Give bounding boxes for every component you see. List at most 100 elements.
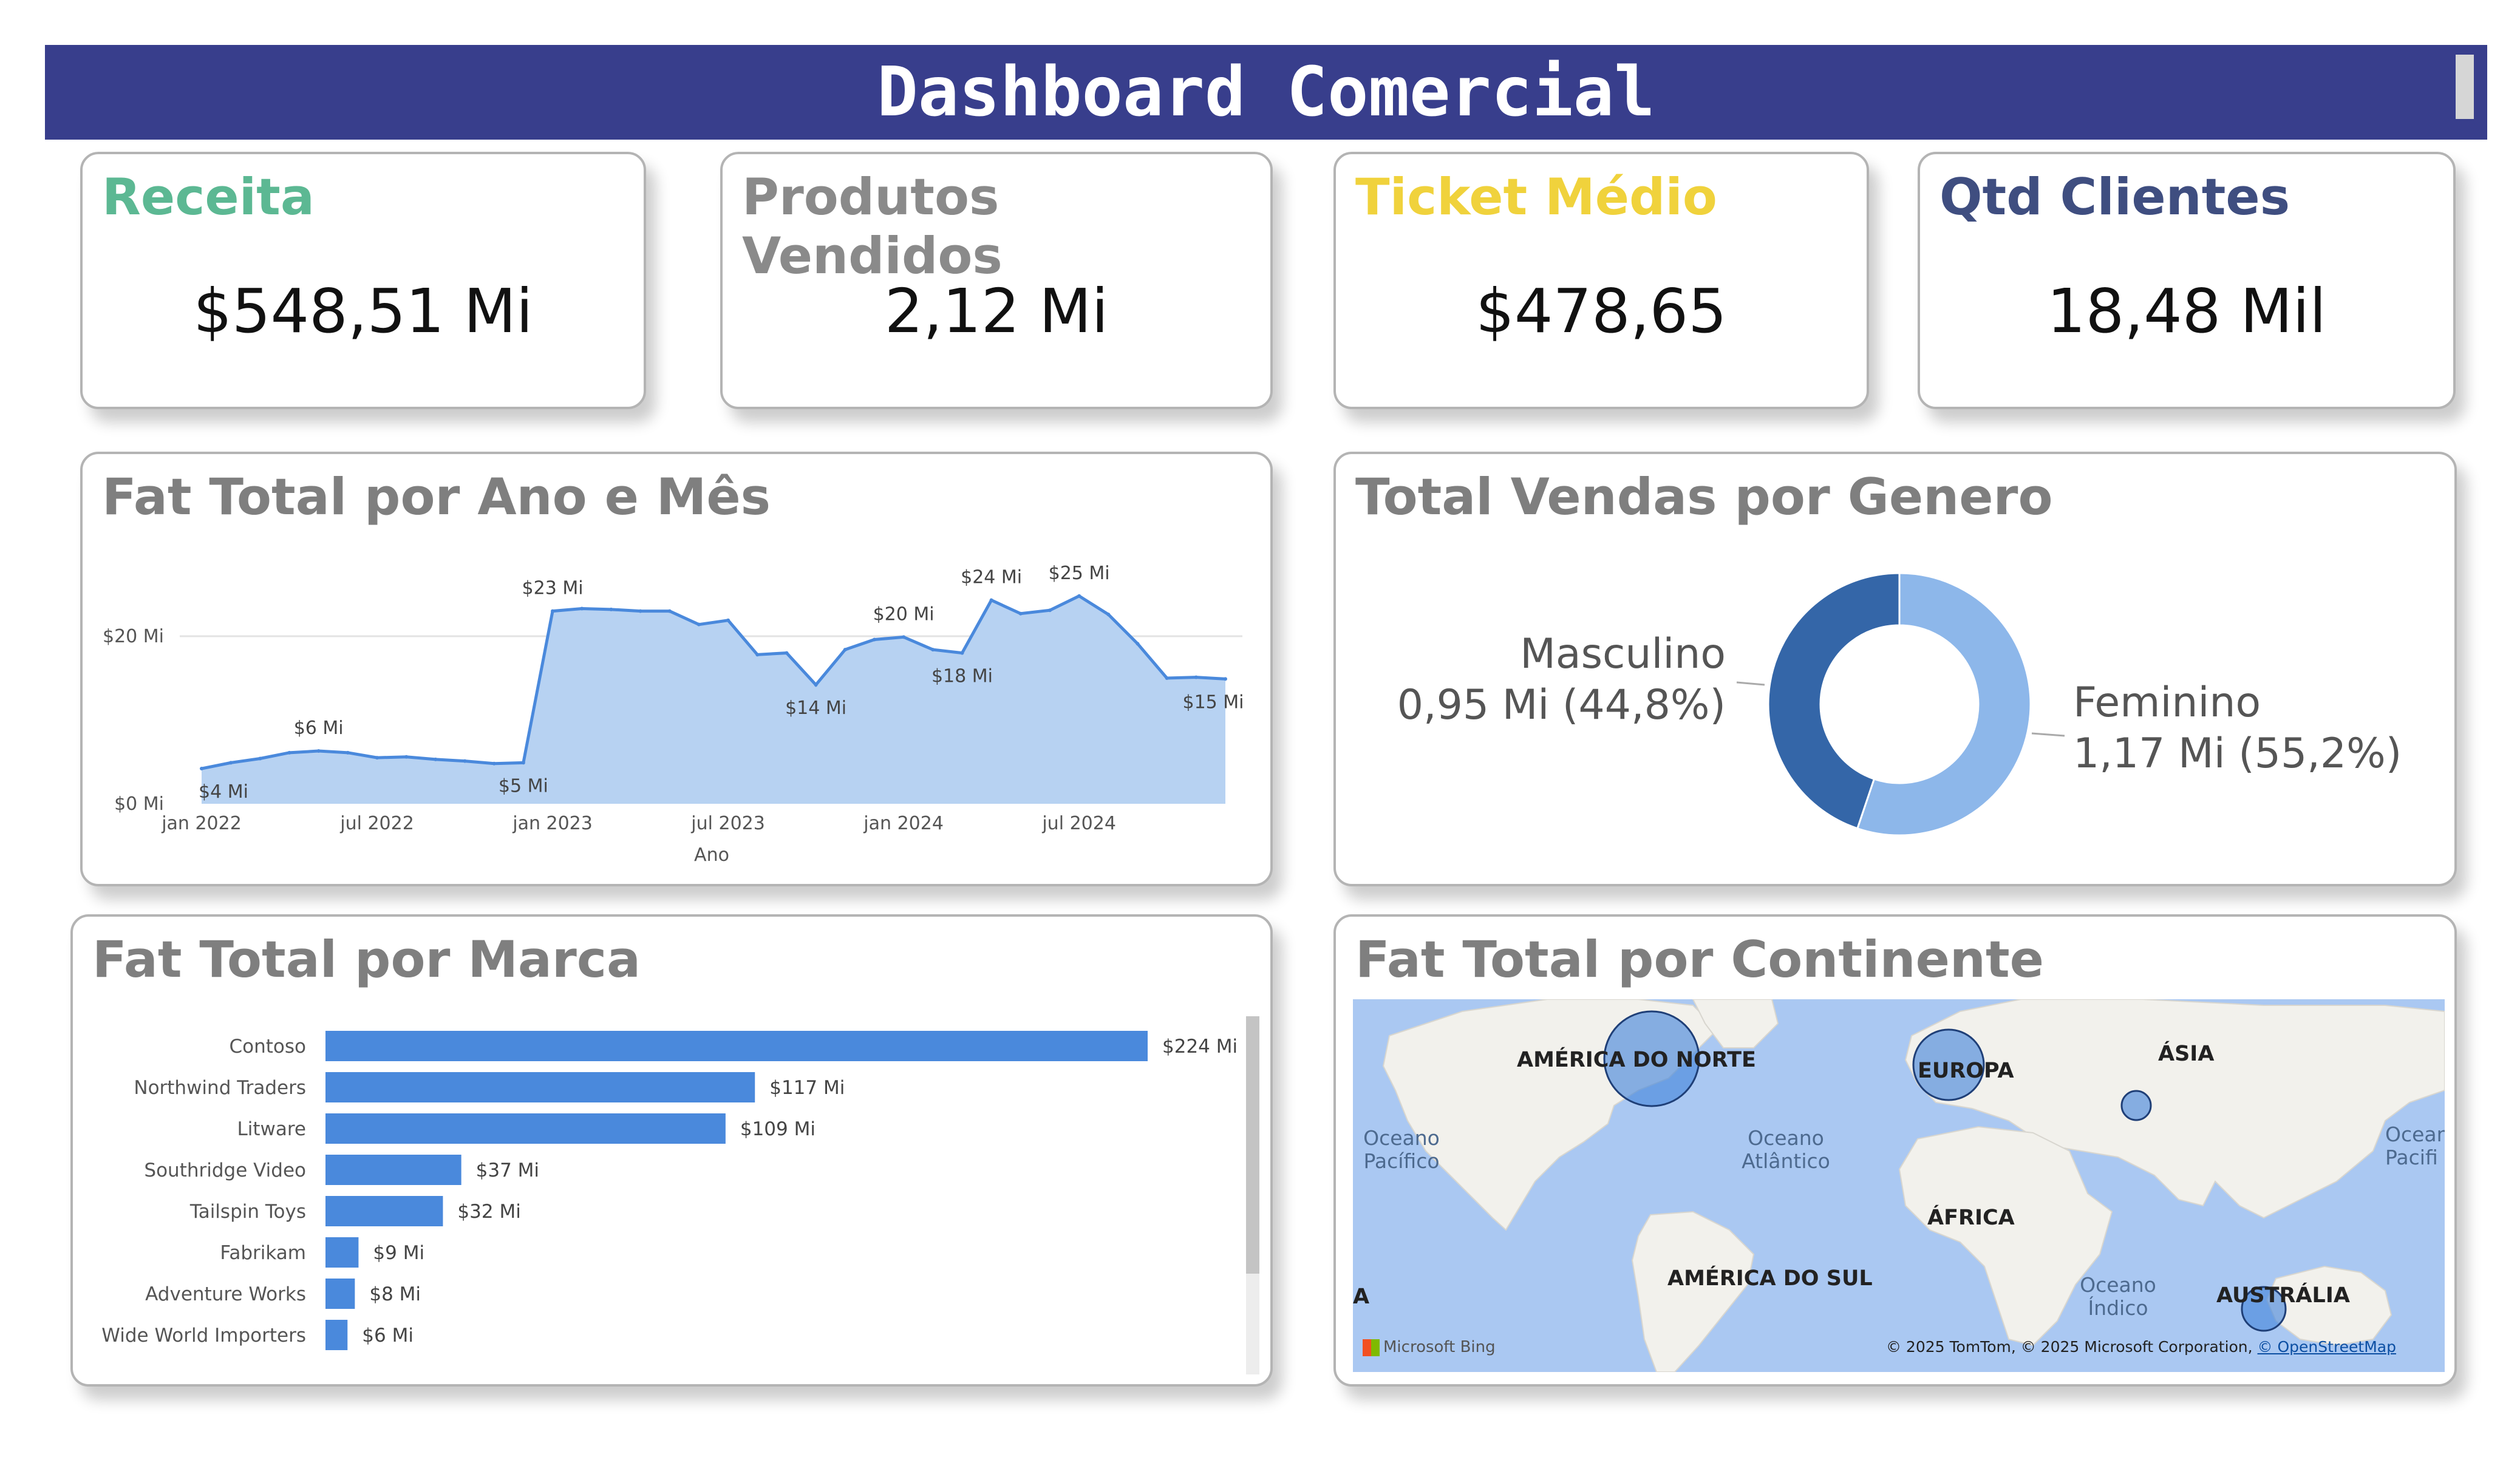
- y-tick-label: $20 Mi: [103, 626, 164, 647]
- kpi-card-qtd-clientes[interactable]: Qtd Clientes 18,48 Mil: [1918, 152, 2456, 409]
- donut-chart: Feminino1,17 Mi (55,2%) Masculino0,95 Mi …: [1397, 572, 2402, 837]
- leader-line: [2031, 732, 2065, 737]
- bar-value-label: $109 Mi: [740, 1118, 816, 1140]
- bar: [325, 1196, 443, 1226]
- map-label-pacific: Oceano Pacífico: [1363, 1126, 1440, 1173]
- data-point: [229, 761, 233, 765]
- bing-logo: Microsoft Bing: [1363, 1338, 1496, 1356]
- map-label-edge: A: [1353, 1285, 1370, 1309]
- map-label-africa: ÁFRICA: [1927, 1206, 2015, 1230]
- map-label-asia: ÁSIA: [2158, 1042, 2215, 1066]
- data-point: [375, 756, 380, 760]
- bar: [325, 1155, 461, 1185]
- bubble-asia: [2120, 1090, 2152, 1121]
- data-label: $14 Mi: [785, 698, 846, 719]
- data-point: [989, 598, 993, 602]
- data-point: [960, 651, 964, 655]
- openstreetmap-link[interactable]: © OpenStreetMap: [2258, 1338, 2396, 1356]
- slice-value-label: 1,17 Mi (55,2%): [2073, 730, 2402, 778]
- kpi-title: Qtd Clientes: [1939, 168, 2290, 226]
- map-label-north-america: AMÉRICA DO NORTE: [1517, 1048, 1756, 1072]
- data-point: [404, 755, 409, 759]
- data-point: [696, 622, 701, 627]
- data-label: $4 Mi: [199, 781, 248, 803]
- x-tick-label: jul 2023: [690, 813, 765, 834]
- data-point: [726, 618, 730, 622]
- scrollbar-track[interactable]: [1246, 1016, 1259, 1374]
- data-point: [638, 609, 642, 613]
- bar: [325, 1113, 726, 1144]
- area-chart-panel[interactable]: Fat Total por Ano e Mês $0 Mi $20 Mi jan 2…: [80, 452, 1273, 886]
- data-point: [463, 759, 467, 763]
- area-chart: $0 Mi $20 Mi jan 2022 jul 2022 jan 2023 jul 2…: [103, 563, 1244, 866]
- map-label-indian: Oceano Índico: [2080, 1273, 2156, 1320]
- header-bar: Dashboard Comercial: [45, 45, 2487, 140]
- header-scroll-handle[interactable]: [2456, 55, 2474, 119]
- bar: [325, 1031, 1148, 1061]
- map-attribution: © 2025 TomTom, © 2025 Microsoft Corporat…: [1885, 1338, 2396, 1356]
- category-label: Tailspin Toys: [189, 1201, 306, 1223]
- dashboard-title: Dashboard Comercial: [877, 53, 1655, 132]
- bar-value-label: $32 Mi: [457, 1201, 520, 1223]
- data-point: [346, 750, 350, 755]
- bar: [325, 1072, 755, 1102]
- map-label-europe: EUROPA: [1918, 1059, 2014, 1083]
- x-tick-label: jul 2024: [1041, 813, 1116, 834]
- bar-chart: Contoso $224 Mi Northwind Traders $117 Mi Li…: [101, 1031, 1238, 1350]
- data-point: [667, 609, 672, 613]
- data-point: [785, 651, 789, 655]
- data-point: [1224, 677, 1227, 681]
- data-point: [1047, 608, 1052, 613]
- data-point: [521, 761, 525, 765]
- south-america-landmass: [1631, 1211, 1755, 1372]
- map-canvas[interactable]: AMÉRICA DO NORTE EUROPA ÁSIA ÁFRICA AMÉR…: [1353, 999, 2445, 1372]
- data-point: [843, 648, 847, 652]
- data-point: [755, 653, 760, 657]
- bar-value-label: $117 Mi: [769, 1077, 845, 1099]
- map-panel[interactable]: Fat Total por Continente AMÉRICA DO NORT…: [1333, 914, 2457, 1387]
- data-label: $18 Mi: [931, 666, 993, 687]
- data-label: $23 Mi: [522, 578, 584, 599]
- slice-name-label: Feminino: [2073, 679, 2261, 727]
- data-point: [1165, 676, 1169, 680]
- data-point: [492, 761, 496, 766]
- bar-value-label: $8 Mi: [369, 1283, 421, 1305]
- donut-chart-panel[interactable]: Total Vendas por Genero Feminino 1,17 Mi …: [1333, 452, 2457, 886]
- bar-chart-panel[interactable]: Fat Total por Marca Contoso $224 Mi Northw…: [70, 914, 1273, 1387]
- data-point: [200, 767, 203, 771]
- kpi-title: Produtos Vendidos: [742, 168, 1003, 285]
- data-point: [316, 749, 321, 753]
- area-fill: [202, 596, 1225, 804]
- slice-name-label: Masculino: [1520, 630, 1726, 678]
- data-label: $15 Mi: [1182, 691, 1244, 713]
- map-label-australia: AUSTRÁLIA: [2216, 1283, 2350, 1308]
- scrollbar-thumb[interactable]: [1246, 1016, 1259, 1274]
- data-point: [287, 750, 291, 755]
- bar: [325, 1237, 359, 1268]
- panel-title: Fat Total por Continente: [1355, 930, 2044, 989]
- data-point: [434, 757, 438, 761]
- category-label: Southridge Video: [144, 1160, 306, 1181]
- kpi-value: $478,65: [1476, 276, 1727, 347]
- data-point: [1018, 611, 1023, 616]
- data-point: [872, 637, 876, 642]
- bar: [325, 1279, 355, 1309]
- bar-value-label: $37 Mi: [476, 1160, 539, 1181]
- kpi-card-receita[interactable]: Receita $548,51 Mi: [80, 152, 646, 409]
- map-label-pacific-edge: Ocean Pacifi: [2385, 1122, 2445, 1169]
- data-point: [1077, 594, 1081, 598]
- kpi-value: $548,51 Mi: [193, 276, 533, 347]
- category-label: Adventure Works: [145, 1283, 306, 1305]
- category-label: Wide World Importers: [101, 1325, 306, 1347]
- slice-value-label: 0,95 Mi (44,8%): [1397, 681, 1726, 729]
- x-tick-label: jul 2022: [339, 813, 414, 834]
- x-tick-label: jan 2024: [863, 813, 944, 834]
- kpi-title: Receita: [102, 168, 315, 226]
- category-label: Litware: [237, 1118, 306, 1140]
- kpi-card-produtos-vendidos[interactable]: Produtos Vendidos 2,12 Mi: [720, 152, 1273, 409]
- kpi-card-ticket-medio[interactable]: Ticket Médio $478,65: [1333, 152, 1869, 409]
- map-label-atlantic: Oceano Atlântico: [1742, 1126, 1830, 1173]
- data-point: [902, 635, 906, 639]
- x-tick-label: jan 2022: [161, 813, 242, 834]
- data-label: $24 Mi: [961, 567, 1022, 588]
